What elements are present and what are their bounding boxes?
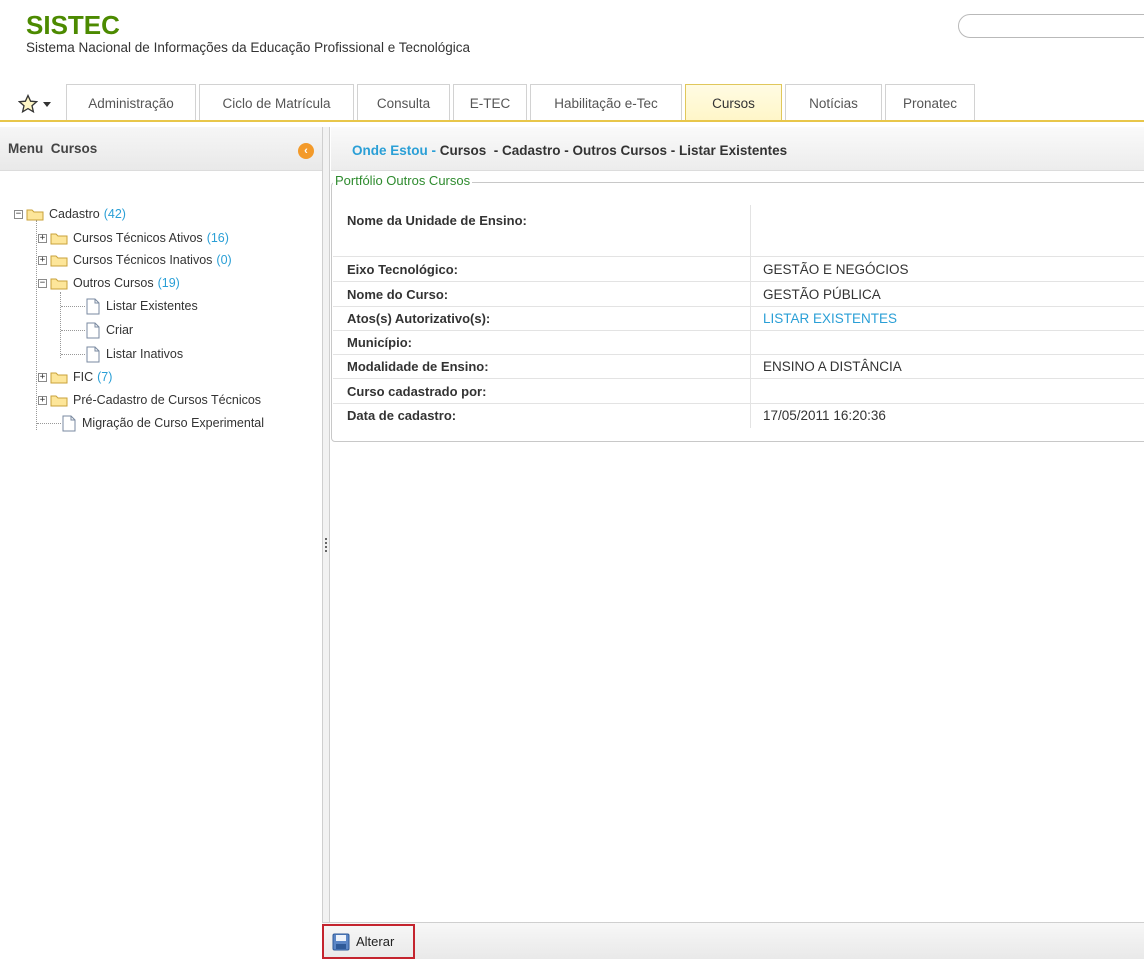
tab-cursos[interactable]: Cursos — [685, 84, 782, 122]
detail-row-modalidade: Modalidade de Ensino: ENSINO A DISTÂNCIA — [333, 354, 1144, 379]
alterar-label: Alterar — [356, 934, 395, 949]
search-input[interactable] — [958, 14, 1144, 38]
tree-item-listar-existentes[interactable]: Listar Existentes — [86, 296, 198, 316]
caret-down-icon — [43, 102, 51, 107]
document-icon — [86, 346, 100, 362]
tree-line — [61, 330, 85, 331]
document-icon — [86, 322, 100, 338]
tree-line — [37, 423, 61, 424]
app-subtitle: Sistema Nacional de Informações da Educa… — [26, 40, 471, 55]
tree-item-cursos-tecnicos-ativos[interactable]: + Cursos Técnicos Ativos (16) — [38, 228, 229, 248]
breadcrumb: Onde Estou - Cursos - Cadastro - Outros … — [352, 143, 788, 158]
detail-row-cadastrado-por: Curso cadastrado por: — [333, 379, 1144, 404]
folder-icon — [50, 255, 68, 266]
tree-item-fic[interactable]: + FIC (7) — [38, 367, 112, 387]
tree-item-migracao[interactable]: Migração de Curso Experimental — [62, 413, 264, 433]
listar-existentes-link[interactable]: LISTAR EXISTENTES — [763, 311, 897, 326]
tab-noticias[interactable]: Notícias — [785, 84, 882, 121]
tree-item-criar[interactable]: Criar — [86, 320, 133, 340]
tree-line — [61, 354, 85, 355]
expand-icon[interactable]: + — [38, 255, 47, 265]
collapse-sidebar-icon[interactable]: ‹ — [298, 143, 314, 159]
folder-icon — [50, 372, 68, 383]
tree-item-listar-inativos[interactable]: Listar Inativos — [86, 344, 183, 364]
collapse-icon[interactable]: − — [38, 278, 47, 288]
alterar-button[interactable]: Alterar — [322, 924, 415, 959]
tab-consulta[interactable]: Consulta — [357, 84, 450, 121]
tree-line — [36, 220, 37, 430]
folder-icon — [50, 233, 68, 244]
document-icon — [62, 415, 76, 431]
tab-pronatec[interactable]: Pronatec — [885, 84, 975, 121]
favorites-menu[interactable] — [18, 93, 60, 115]
sidebar-title: Menu Cursos — [8, 141, 98, 156]
detail-row-unidade: Nome da Unidade de Ensino: — [333, 205, 1144, 257]
tabbar-underline — [0, 120, 1144, 122]
folder-icon — [26, 209, 44, 220]
detail-row-municipio: Município: — [333, 330, 1144, 355]
tree-item-cadastro[interactable]: − Cadastro (42) — [14, 204, 126, 224]
tab-habilitacao-e-tec[interactable]: Habilitação e-Tec — [530, 84, 682, 121]
tree-line — [60, 292, 61, 358]
tree-item-outros-cursos[interactable]: − Outros Cursos (19) — [38, 273, 180, 293]
detail-row-data-cadastro: Data de cadastro: 17/05/2011 16:20:36 — [333, 403, 1144, 428]
breadcrumb-link[interactable]: Onde Estou — [352, 143, 428, 158]
star-icon — [18, 94, 38, 114]
app-title: SISTEC — [26, 10, 120, 40]
breadcrumb-path: Cursos - Cadastro - Outros Cursos - List… — [439, 143, 788, 158]
save-icon — [332, 933, 350, 950]
tree-item-cursos-tecnicos-inativos[interactable]: + Cursos Técnicos Inativos (0) — [38, 250, 232, 270]
tab-e-tec[interactable]: E-TEC — [453, 84, 527, 121]
tree-item-pre-cadastro[interactable]: + Pré-Cadastro de Cursos Técnicos — [38, 390, 261, 410]
detail-row-eixo: Eixo Tecnológico: GESTÃO E NEGÓCIOS — [333, 257, 1144, 282]
folder-icon — [50, 395, 68, 406]
app-logo: SISTEC Sistema Nacional de Informações d… — [26, 12, 470, 55]
tab-administracao[interactable]: Administração — [66, 84, 196, 121]
portfolio-legend: Portfólio Outros Cursos — [333, 173, 473, 188]
sidebar-header: Menu Cursos — [0, 127, 322, 171]
footer-toolbar — [322, 922, 1144, 959]
panel-splitter[interactable] — [322, 127, 330, 922]
collapse-icon[interactable]: − — [14, 209, 23, 219]
detail-row-atos: Atos(s) Autorizativo(s): LISTAR EXISTENT… — [333, 306, 1144, 331]
expand-icon[interactable]: + — [38, 372, 47, 382]
document-icon — [86, 298, 100, 314]
folder-open-icon — [50, 278, 68, 289]
splitter-grip-icon[interactable] — [325, 538, 327, 552]
expand-icon[interactable]: + — [38, 395, 47, 405]
detail-row-nome-curso: Nome do Curso: GESTÃO PÚBLICA — [333, 282, 1144, 307]
tree-line — [61, 306, 85, 307]
expand-icon[interactable]: + — [38, 233, 47, 243]
tab-ciclo-de-matricula[interactable]: Ciclo de Matrícula — [199, 84, 354, 121]
